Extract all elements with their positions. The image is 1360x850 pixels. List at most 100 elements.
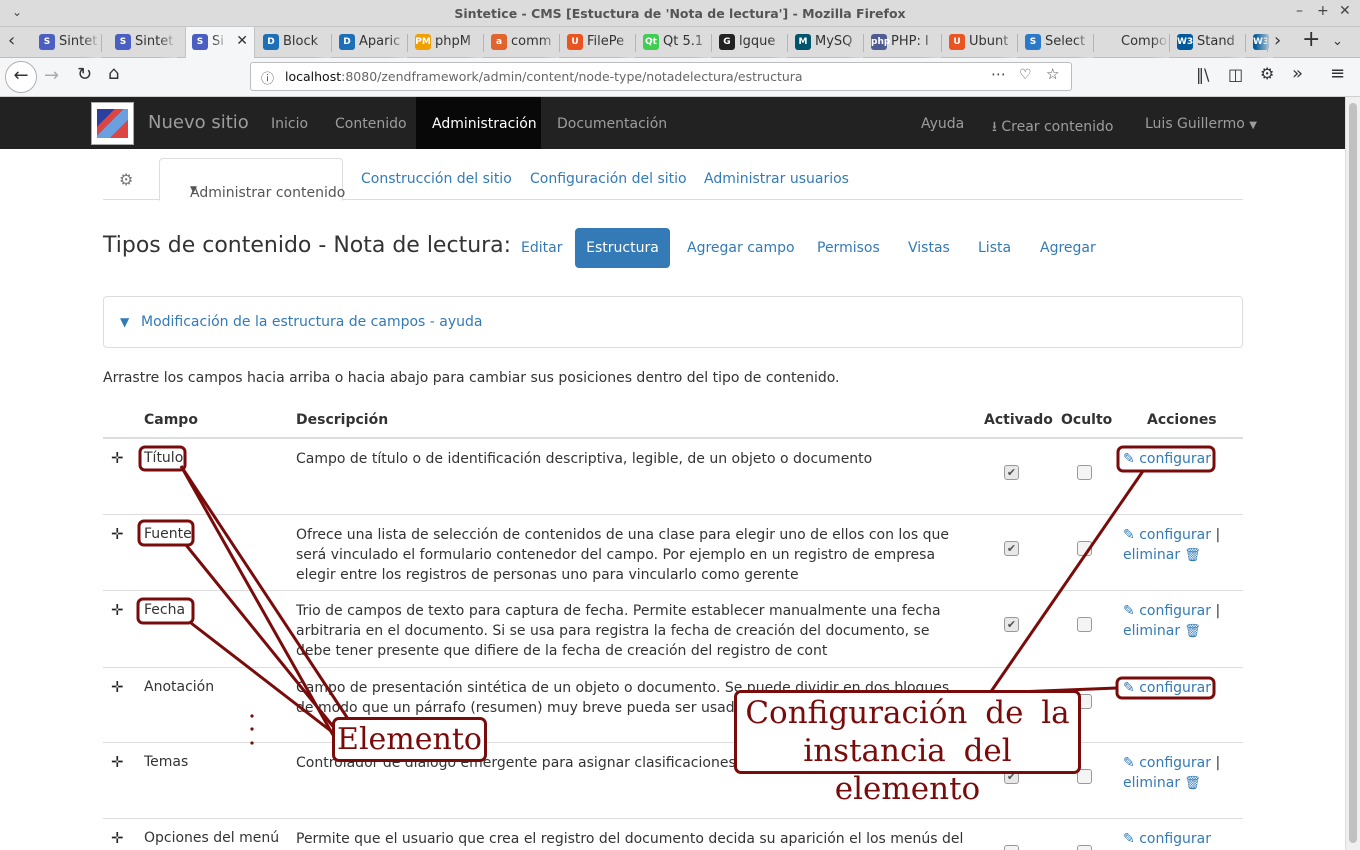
drag-handle-icon[interactable]: ✛ <box>111 829 124 847</box>
drag-handle-icon[interactable]: ✛ <box>111 678 124 696</box>
new-tab-icon[interactable]: + <box>1302 27 1320 52</box>
help-panel-toggle[interactable]: Modificación de la estructura de campos … <box>141 314 483 330</box>
browser-tab-14[interactable]: Compone <box>1095 27 1169 58</box>
enabled-checkbox[interactable]: ✔ <box>1004 465 1019 480</box>
delete-link[interactable]: eliminar 🗑 <box>1123 547 1201 563</box>
browser-tab-0[interactable]: S Sintet <box>33 27 101 58</box>
pill-agregar[interactable]: Agregar <box>1040 240 1096 256</box>
browser-tab-2[interactable]: S Si ✕ <box>185 27 255 58</box>
nav-crear-contenido[interactable]: ⭳ Crear contenido <box>992 116 1113 140</box>
pill-agregar-campo[interactable]: Agregar campo <box>687 240 795 256</box>
browser-tab-10[interactable]: M MySQ <box>789 27 863 58</box>
pencil-icon: ✎ <box>1123 831 1135 847</box>
nav-administracion[interactable]: Administración <box>432 116 537 132</box>
browser-tab-4[interactable]: D Aparic <box>333 27 407 58</box>
browser-tab-label: Stand <box>1197 34 1235 49</box>
help-panel[interactable]: ▼ Modificación de la estructura de campo… <box>103 296 1243 348</box>
overflow-menu-icon[interactable]: » <box>1292 63 1303 84</box>
browser-tab-15[interactable]: W3 Stand <box>1171 27 1245 58</box>
pill-estructura[interactable]: Estructura <box>575 228 670 268</box>
tab-construccion-del-sitio[interactable]: Construcción del sitio <box>361 171 512 187</box>
pocket-icon[interactable]: ♡ <box>1019 67 1032 83</box>
all-tabs-chevron-icon[interactable]: ⌄ <box>1332 34 1343 49</box>
scrollbar-thumb[interactable] <box>1349 103 1357 843</box>
configure-label: configurar <box>1139 831 1211 847</box>
tab-configuracion-del-sitio[interactable]: Configuración del sitio <box>530 171 687 187</box>
drag-handle-icon[interactable]: ✛ <box>111 601 124 619</box>
minimize-icon[interactable]: – <box>1296 3 1303 19</box>
table-row: ✛ Fuente Ofrece una lista de selección de … <box>103 515 1243 591</box>
pill-editar[interactable]: Editar <box>521 240 562 256</box>
hidden-checkbox[interactable] <box>1077 617 1092 632</box>
browser-tab-6[interactable]: a comm <box>485 27 559 58</box>
site-brand[interactable]: Nuevo sitio <box>148 112 249 133</box>
nav-user-menu[interactable]: Luis Guillermo ▼ <box>1145 116 1257 132</box>
triangle-down-icon: ▼ <box>120 315 130 329</box>
nav-inicio[interactable]: Inicio <box>271 116 308 132</box>
sidebar-icon[interactable]: ◫ <box>1228 65 1243 84</box>
nav-documentacion[interactable]: Documentación <box>557 116 667 132</box>
hidden-checkbox[interactable] <box>1077 845 1092 850</box>
configure-link[interactable]: ✎ configurar <box>1123 831 1211 847</box>
hidden-checkbox[interactable] <box>1077 465 1092 480</box>
browser-tab-11[interactable]: php PHP: l <box>865 27 941 58</box>
browser-tab-label: Select <box>1045 34 1086 49</box>
table-row: ✛ Opciones del menú Permite que el usuario… <box>103 819 1243 850</box>
delete-link[interactable]: eliminar 🗑 <box>1123 623 1201 639</box>
site-navbar: Nuevo sitio Inicio Contenido Administrac… <box>0 97 1345 149</box>
trash-icon: 🗑 <box>1180 548 1201 563</box>
enabled-checkbox[interactable]: ✔ <box>1004 541 1019 556</box>
close-tab-icon[interactable]: ✕ <box>236 33 248 49</box>
configure-link[interactable]: ✎ configurar <box>1123 527 1211 543</box>
page-scrollbar[interactable] <box>1345 97 1360 850</box>
reload-icon[interactable]: ↻ <box>77 64 92 85</box>
delete-link[interactable]: eliminar 🗑 <box>1123 775 1201 791</box>
pill-vistas[interactable]: Vistas <box>908 240 950 256</box>
browser-tab-8[interactable]: Qt Qt 5.1 <box>637 27 711 58</box>
tab-administrar-contenido[interactable]: Administrar contenido ▼ <box>159 158 345 201</box>
configure-link[interactable]: ✎ configurar <box>1123 451 1211 467</box>
addon-icon[interactable]: ⚙ <box>1260 64 1274 83</box>
action-separator: | <box>1211 527 1221 543</box>
site-logo[interactable] <box>91 102 134 145</box>
browser-tab-5[interactable]: PM phpM <box>409 27 483 58</box>
enabled-checkbox[interactable]: ✔ <box>1004 617 1019 632</box>
browser-tab-12[interactable]: U Ubunt <box>943 27 1017 58</box>
configure-link[interactable]: ✎ configurar <box>1123 680 1211 696</box>
forward-arrow-icon[interactable]: → <box>44 65 59 86</box>
browser-tab-3[interactable]: D Block <box>257 27 331 58</box>
tab-administrar-usuarios[interactable]: Administrar usuarios <box>704 171 849 187</box>
tabs-scroll-right-icon[interactable]: › <box>1274 30 1281 51</box>
gear-icon[interactable]: ⚙ <box>119 170 133 189</box>
enabled-checkbox[interactable] <box>1004 845 1019 850</box>
library-icon[interactable]: ‖\ <box>1196 65 1209 84</box>
browser-tab-7[interactable]: U FilePe <box>561 27 635 58</box>
callout-configuracion-line2: instancia del elemento <box>803 733 1012 807</box>
configure-link[interactable]: ✎ configurar <box>1123 603 1211 619</box>
close-window-icon[interactable]: ✕ <box>1339 3 1351 19</box>
back-arrow-icon[interactable]: ← <box>5 61 37 93</box>
hamburger-menu-icon[interactable]: ≡ <box>1330 63 1345 84</box>
browser-tab-16[interactable]: W3W <box>1247 27 1273 58</box>
tabs-scroll-left-icon[interactable]: ‹ <box>8 30 15 51</box>
browser-tab-13[interactable]: S Select <box>1019 27 1093 58</box>
pill-lista[interactable]: Lista <box>978 240 1011 256</box>
site-info-icon[interactable]: ⓘ <box>261 68 274 87</box>
hidden-checkbox[interactable] <box>1077 541 1092 556</box>
page-actions-icon[interactable]: ⋯ <box>991 65 1006 83</box>
drag-handle-icon[interactable]: ✛ <box>111 753 124 771</box>
drag-handle-icon[interactable]: ✛ <box>111 525 124 543</box>
browser-tab-1[interactable]: S Sintet <box>109 27 177 58</box>
bookmark-star-icon[interactable]: ☆ <box>1046 65 1059 83</box>
maximize-icon[interactable]: + <box>1317 3 1329 19</box>
configure-link[interactable]: ✎ configurar <box>1123 755 1211 771</box>
nav-ayuda[interactable]: Ayuda <box>921 116 964 132</box>
pill-permisos[interactable]: Permisos <box>817 240 880 256</box>
address-bar[interactable]: ⓘ localhost:8080/zendframework/admin/con… <box>250 62 1072 91</box>
address-url[interactable]: localhost:8080/zendframework/admin/conte… <box>285 69 803 84</box>
home-icon[interactable]: ⌂ <box>108 63 119 84</box>
github-icon: G <box>719 34 735 50</box>
drag-handle-icon[interactable]: ✛ <box>111 449 124 467</box>
browser-tab-9[interactable]: Glgque <box>713 27 787 58</box>
nav-contenido[interactable]: Contenido <box>335 116 407 132</box>
